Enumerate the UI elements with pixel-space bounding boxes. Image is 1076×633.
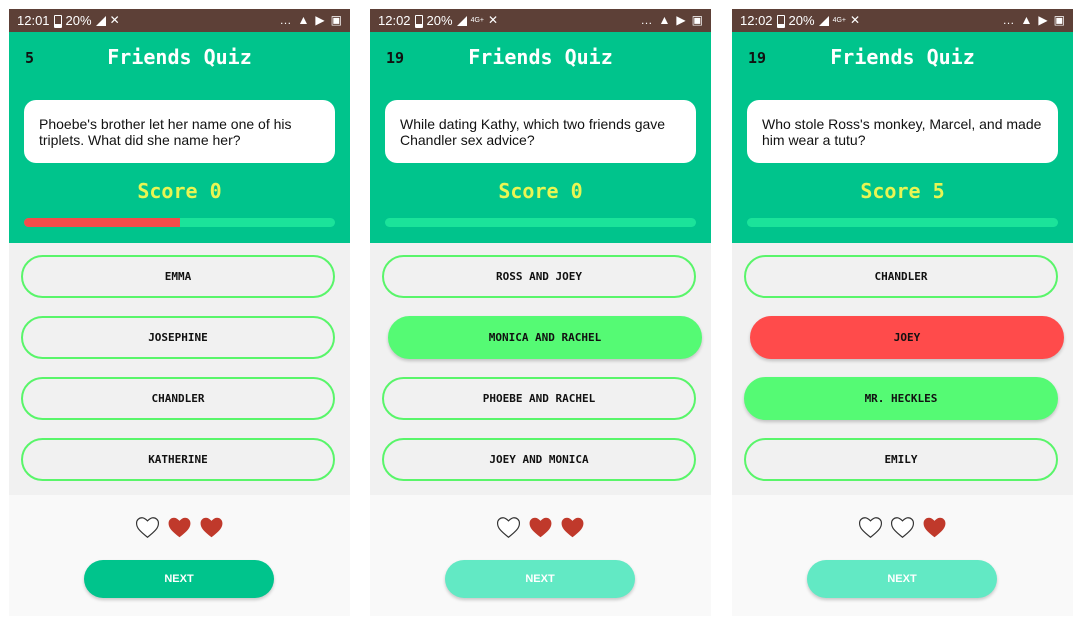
options-panel: CHANDLER JOEY MR. HECKLES EMILY: [732, 243, 1073, 495]
option-button[interactable]: EMILY: [744, 438, 1058, 481]
question-card: While dating Kathy, which two friends ga…: [385, 100, 696, 163]
status-time: 12:01: [17, 13, 50, 28]
play-store-icon: ▶: [676, 13, 686, 27]
status-bar: 12:02 20% 4G+ ✕ … ▲ ▶ ▣: [370, 9, 711, 32]
options-panel: EMMA JOSEPHINE CHANDLER KATHERINE: [9, 243, 350, 495]
more-notifications-icon: …: [279, 13, 292, 27]
notification-icon: ▲: [1020, 13, 1033, 27]
score-label: Score 0: [498, 179, 583, 203]
option-button[interactable]: JOSEPHINE: [21, 316, 335, 359]
play-store-icon: ▶: [315, 13, 325, 27]
progress-bar: [747, 218, 1058, 227]
option-button[interactable]: JOEY AND MONICA: [382, 438, 696, 481]
image-icon: ▣: [330, 13, 342, 27]
status-bar: 12:01 20% ✕ … ▲ ▶ ▣: [9, 9, 350, 32]
quiz-screen-1: 12:01 20% ✕ … ▲ ▶ ▣ 5 Friends Quiz Phoeb…: [9, 9, 350, 616]
heart-outline-icon: [890, 517, 915, 539]
battery-icon: [776, 15, 785, 28]
status-battery: 20%: [788, 13, 815, 28]
app-title: Friends Quiz: [830, 45, 975, 69]
signal-icon: [818, 15, 829, 26]
status-battery: 20%: [426, 13, 453, 28]
progress-bar: [385, 218, 696, 227]
more-notifications-icon: …: [1002, 13, 1015, 27]
signal-icon: [456, 15, 467, 26]
option-button-correct[interactable]: MR. HECKLES: [744, 377, 1058, 420]
heart-filled-icon: [561, 517, 584, 538]
option-button[interactable]: CHANDLER: [21, 377, 335, 420]
option-button[interactable]: ROSS AND JOEY: [382, 255, 696, 298]
progress-bar: [24, 218, 335, 227]
lives-indicator: [9, 516, 350, 539]
more-notifications-icon: …: [640, 13, 653, 27]
next-button[interactable]: NEXT: [807, 560, 997, 598]
notification-icon: ▲: [658, 13, 671, 27]
battery-icon: [53, 15, 62, 28]
network-4g-icon: 4G+: [832, 16, 847, 24]
battery-icon: [414, 15, 423, 28]
signal-icon: [95, 15, 106, 26]
network-4g-icon: 4G+: [470, 16, 485, 24]
quiz-header: 19 Friends Quiz Who stole Ross's monkey,…: [732, 32, 1073, 243]
mute-icon: ✕: [850, 13, 861, 27]
option-button-correct[interactable]: MONICA AND RACHEL: [388, 316, 702, 359]
quiz-header: 19 Friends Quiz While dating Kathy, whic…: [370, 32, 711, 243]
app-title: Friends Quiz: [468, 45, 613, 69]
play-store-icon: ▶: [1038, 13, 1048, 27]
heart-outline-icon: [858, 517, 883, 539]
score-label: Score 0: [137, 179, 222, 203]
image-icon: ▣: [691, 13, 703, 27]
option-button[interactable]: CHANDLER: [744, 255, 1058, 298]
lives-indicator: [370, 516, 711, 539]
status-bar: 12:02 20% 4G+ ✕ … ▲ ▶ ▣: [732, 9, 1073, 32]
next-button[interactable]: NEXT: [445, 560, 635, 598]
status-time: 12:02: [740, 13, 773, 28]
app-title: Friends Quiz: [107, 45, 252, 69]
status-battery: 20%: [65, 13, 92, 28]
status-time: 12:02: [378, 13, 411, 28]
quiz-screen-2: 12:02 20% 4G+ ✕ … ▲ ▶ ▣ 19 Friends Quiz …: [370, 9, 711, 616]
next-button[interactable]: NEXT: [84, 560, 274, 598]
heart-filled-icon: [923, 517, 946, 538]
heart-outline-icon: [496, 517, 521, 539]
option-button[interactable]: EMMA: [21, 255, 335, 298]
option-button-wrong[interactable]: JOEY: [750, 316, 1064, 359]
heart-filled-icon: [200, 517, 223, 538]
heart-filled-icon: [529, 517, 552, 538]
mute-icon: ✕: [109, 13, 120, 27]
option-button[interactable]: KATHERINE: [21, 438, 335, 481]
mute-icon: ✕: [488, 13, 499, 27]
options-panel: ROSS AND JOEY MONICA AND RACHEL PHOEBE A…: [370, 243, 711, 495]
quiz-screen-3: 12:02 20% 4G+ ✕ … ▲ ▶ ▣ 19 Friends Quiz …: [732, 9, 1073, 616]
heart-outline-icon: [135, 517, 160, 539]
progress-fill: [24, 218, 180, 227]
image-icon: ▣: [1053, 13, 1065, 27]
option-button[interactable]: PHOEBE AND RACHEL: [382, 377, 696, 420]
question-card: Phoebe's brother let her name one of his…: [24, 100, 335, 163]
lives-indicator: [732, 516, 1073, 539]
heart-filled-icon: [168, 517, 191, 538]
score-label: Score 5: [860, 179, 945, 203]
question-card: Who stole Ross's monkey, Marcel, and mad…: [747, 100, 1058, 163]
quiz-header: 5 Friends Quiz Phoebe's brother let her …: [9, 32, 350, 243]
notification-icon: ▲: [297, 13, 310, 27]
